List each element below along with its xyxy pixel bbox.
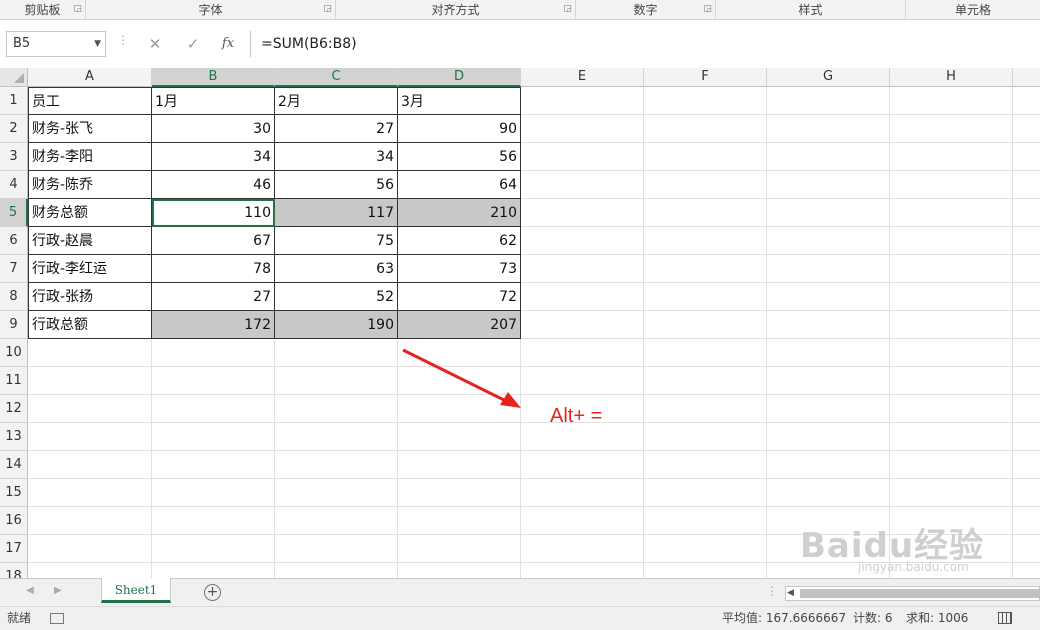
name-box[interactable]: B5 ▼ [6, 31, 106, 57]
average-status: 平均值: 167.6666667 [722, 611, 847, 625]
group-label: 字体 [198, 3, 223, 17]
group-label: 对齐方式 [431, 3, 480, 17]
ribbon-group-styles: 样式 [716, 0, 906, 20]
drag-handle-icon[interactable]: ⋮ [117, 33, 129, 47]
red-arrow-annotation [402, 348, 521, 408]
fx-icon: fx [221, 36, 235, 51]
scroll-right-icon[interactable]: ▶ [54, 585, 62, 596]
dialog-launcher-icon[interactable]: ◲ [323, 4, 332, 14]
sheet-tab-sheet1[interactable]: Sheet1 [101, 578, 171, 603]
ribbon-group-clipboard: 剪贴板 ◲ [0, 0, 86, 20]
shortcut-annotation: Alt+ = [550, 405, 603, 427]
ribbon-group-alignment: 对齐方式 ◲ [336, 0, 576, 20]
formula-text: =SUM(B6:B8) [261, 36, 357, 52]
macro-record-icon[interactable] [50, 613, 64, 624]
insert-function-button[interactable]: fx [215, 32, 241, 56]
dialog-launcher-icon[interactable]: ◲ [703, 4, 712, 14]
group-label: 剪贴板 [24, 3, 61, 17]
ribbon-group-number: 数字 ◲ [576, 0, 716, 20]
scroll-thumb[interactable] [800, 589, 1040, 598]
enter-button[interactable]: ✓ [180, 32, 206, 56]
cross-icon: ✕ [148, 35, 162, 53]
group-label: 样式 [798, 3, 823, 17]
cancel-button[interactable]: ✕ [142, 32, 168, 56]
formula-input[interactable]: =SUM(B6:B8) [250, 31, 1040, 57]
count-status: 计数: 6 [853, 611, 893, 625]
arrow-shaft [402, 348, 509, 404]
ribbon-group-cells: 单元格 [906, 0, 1040, 20]
arrow-head [500, 392, 521, 408]
split-handle-icon[interactable]: ⋮ [766, 584, 778, 598]
horizontal-scrollbar[interactable]: ◀ [785, 586, 1040, 601]
watermark-url: jingyan.baidu.com [858, 560, 969, 574]
ribbon-group-strip: 剪贴板 ◲ 字体 ◲ 对齐方式 ◲ 数字 ◲ 样式 单元格 [0, 0, 1040, 20]
add-sheet-button[interactable]: + [204, 584, 221, 601]
sum-status: 求和: 1006 [906, 611, 969, 625]
group-label: 数字 [633, 3, 658, 17]
chevron-down-icon[interactable]: ▼ [94, 32, 101, 56]
ribbon-group-font: 字体 ◲ [86, 0, 336, 20]
check-icon: ✓ [186, 35, 200, 53]
sheet-tab-bar: ◀ ▶ Sheet1 + ⋮ ◀ [0, 578, 1040, 606]
scroll-left-icon[interactable]: ◀ [26, 585, 34, 596]
name-box-value: B5 [13, 36, 31, 51]
normal-view-icon[interactable] [998, 612, 1012, 624]
ready-status: 就绪 [7, 611, 32, 625]
formula-bar: B5 ▼ ⋮ ✕ ✓ fx =SUM(B6:B8) [0, 20, 1040, 68]
worksheet-grid[interactable]: A B C D E F G H 1 员工 1月 2月 3月 2 财务-张飞 30 27 90 3 财务… [0, 68, 1040, 578]
group-label: 单元格 [954, 3, 991, 17]
status-bar: 就绪 平均值: 167.6666667 计数: 6 求和: 1006 [0, 606, 1040, 630]
scroll-left-arrow-icon[interactable]: ◀ [787, 587, 794, 600]
dialog-launcher-icon[interactable]: ◲ [563, 4, 572, 14]
dialog-launcher-icon[interactable]: ◲ [73, 4, 82, 14]
